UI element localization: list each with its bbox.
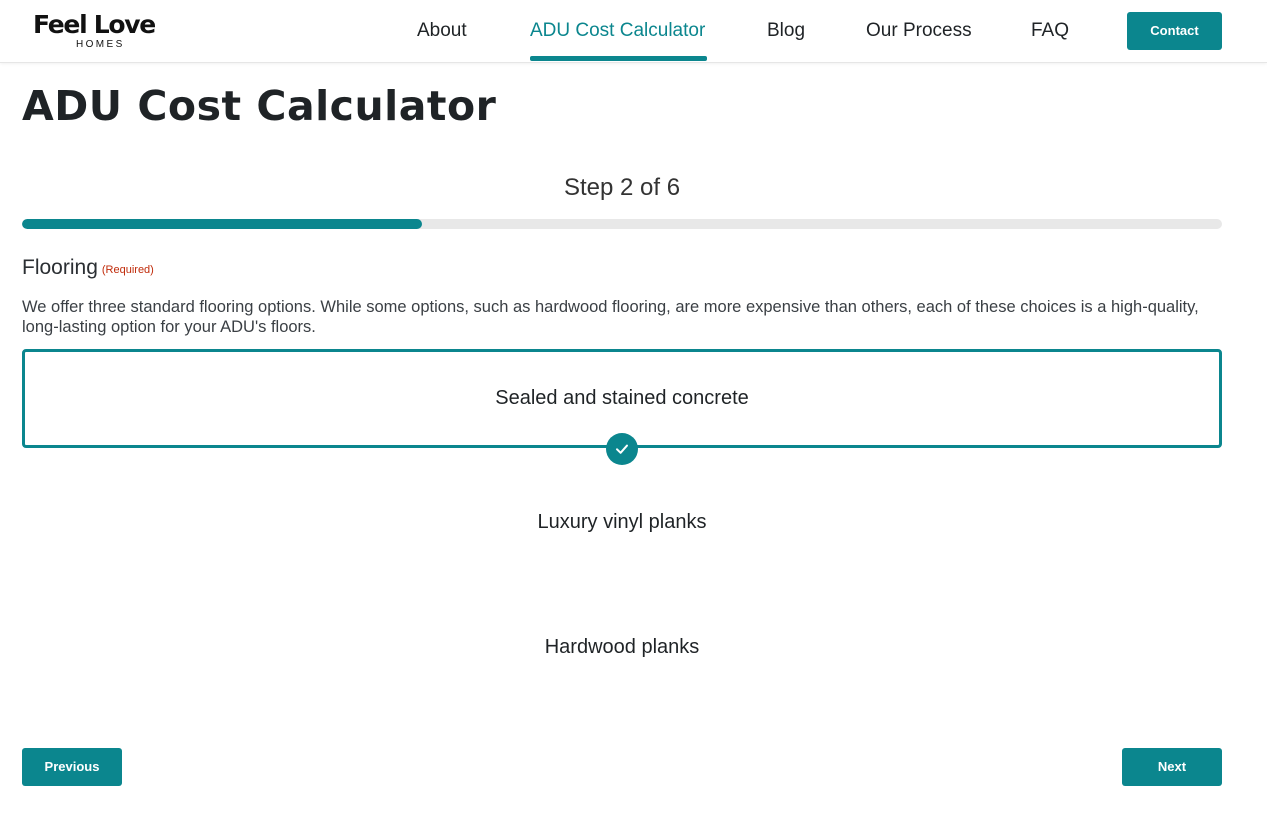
site-header: Feel Love HOMES About ADU Cost Calculato… [0,0,1267,63]
field-label-text: Flooring [22,256,98,279]
option-luxury-vinyl-planks[interactable]: Luxury vinyl planks [22,473,1222,572]
nav-link-blog[interactable]: Blog [767,18,805,44]
nav-link-faq[interactable]: FAQ [1031,18,1069,44]
nav-link-adu-cost-calculator[interactable]: ADU Cost Calculator [530,18,705,44]
logo[interactable]: Feel Love HOMES [33,10,167,52]
field-description: We offer three standard flooring options… [22,298,1199,336]
nav-link-our-process[interactable]: Our Process [866,18,972,44]
check-icon [606,433,638,465]
next-button[interactable]: Next [1122,748,1222,786]
step-indicator: Step 2 of 6 [563,174,681,201]
previous-button[interactable]: Previous [22,748,122,786]
required-indicator: (Required) [101,264,154,276]
contact-button[interactable]: Contact [1127,12,1222,50]
logo-sub-text: HOMES [76,39,125,50]
nav-link-about[interactable]: About [417,18,467,44]
field-label: Flooring (Required) [22,254,154,282]
page-title: ADU Cost Calculator [22,82,497,130]
logo-main-text: Feel Love [33,10,156,39]
option-hardwood-planks[interactable]: Hardwood planks [22,598,1222,697]
progress-bar [22,219,1222,229]
active-nav-indicator [530,56,707,61]
progress-bar-fill [22,219,422,229]
